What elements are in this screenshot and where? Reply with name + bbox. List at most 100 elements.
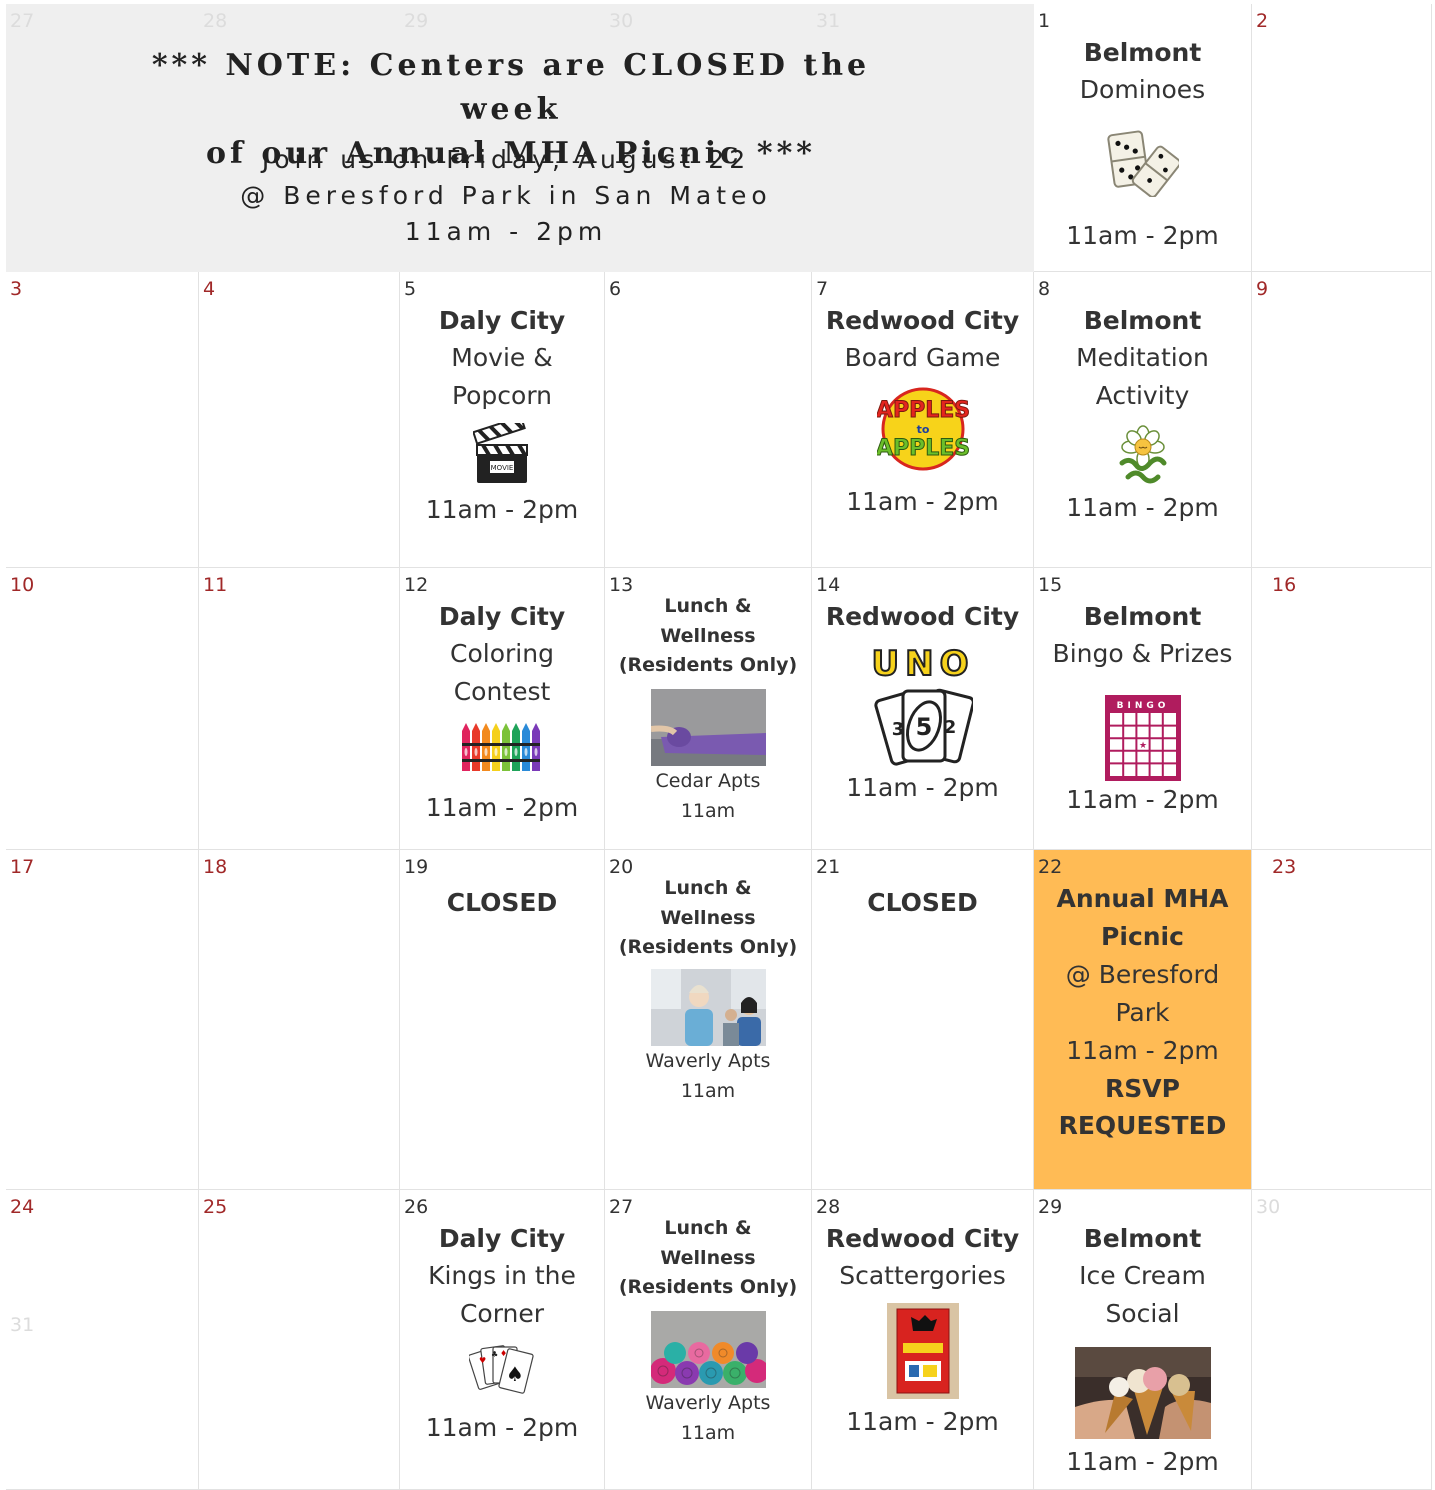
event-activity: Activity: [1095, 381, 1190, 410]
day-number: 15: [1038, 574, 1063, 596]
bingo-card-icon: BINGO ★: [1104, 695, 1181, 781]
svg-text:3: 3: [891, 719, 904, 740]
event-activity: Kings in the: [428, 1261, 576, 1290]
picnic-invite-line: 11am - 2pm: [404, 217, 608, 246]
event-place: Cedar Apts: [655, 769, 761, 792]
svg-text:5: 5: [915, 713, 932, 741]
rolled-yoga-mats-photo: [650, 1310, 766, 1388]
day-cell-aug-14: 14 Redwood City UNO 5 3 2 11am - 2pm: [812, 568, 1034, 850]
event-location: Daly City: [438, 306, 566, 335]
day-number: 5: [404, 278, 417, 300]
day-number: 25: [203, 1196, 228, 1218]
closure-notice-banner: 27 28 29 30 31 *** NOTE: Centers are CLO…: [6, 4, 1034, 272]
day-cell-aug-7: 7 Redwood City Board Game APPLES to APPL…: [812, 272, 1034, 568]
day-cell: 25: [199, 1190, 400, 1490]
apples-logo-top: APPLES: [877, 398, 969, 423]
event-title: (Residents Only): [618, 936, 798, 958]
day-cell: 17: [6, 850, 199, 1190]
day-cell: 6: [605, 272, 812, 568]
event-location: Belmont: [1083, 38, 1202, 67]
day-number: 30: [1256, 1196, 1281, 1218]
event-location: Daly City: [438, 602, 566, 631]
picnic-invite-line: Join us on Friday, August 22: [261, 145, 751, 174]
day-number: 28: [816, 1196, 841, 1218]
apples-logo-mid: to: [916, 423, 929, 436]
crayons-icon: [462, 723, 540, 771]
event-time: 11am - 2pm: [1066, 221, 1219, 250]
yoga-mat-photo: [650, 688, 766, 766]
day-number: 16: [1272, 574, 1297, 596]
event-activity: Dominoes: [1079, 75, 1206, 104]
day-number: 31: [10, 1314, 35, 1336]
event-activity: Ice Cream: [1079, 1261, 1206, 1290]
event-location: Daly City: [438, 1224, 566, 1253]
picnic-invite: Join us on Friday, August 22 @ Beresford…: [96, 142, 916, 250]
svg-text:★: ★: [1138, 741, 1146, 751]
day-number: 27: [10, 10, 35, 32]
day-number: 4: [203, 278, 216, 300]
svg-text:♥: ♥: [479, 1356, 486, 1365]
svg-text:♣: ♣: [491, 1350, 498, 1359]
event-location: Redwood City: [825, 602, 1020, 631]
svg-text:♠: ♠: [506, 1362, 524, 1386]
uno-cards-icon: UNO 5 3 2: [873, 643, 973, 766]
day-number: 22: [1038, 856, 1063, 878]
event-time: 11am - 2pm: [1066, 785, 1219, 814]
day-number: 9: [1256, 278, 1269, 300]
day-cell-aug-21: 21 CLOSED: [812, 850, 1034, 1190]
event-time: 11am - 2pm: [846, 773, 999, 802]
day-cell: 24 31: [6, 1190, 199, 1490]
dominoes-icon: [1106, 130, 1179, 197]
day-cell-aug-29: 29 Belmont Ice Cream Social 11am - 2pm: [1034, 1190, 1252, 1490]
day-cell: 23: [1252, 850, 1432, 1190]
day-cell: 11: [199, 568, 400, 850]
event-activity: Board Game: [844, 343, 1001, 372]
day-cell: 16: [1252, 568, 1432, 850]
event-title: (Residents Only): [618, 1276, 798, 1298]
day-number: 1: [1038, 10, 1051, 32]
event-title: Picnic: [1101, 922, 1184, 951]
day-number: 6: [609, 278, 622, 300]
day-cell: 4: [199, 272, 400, 568]
day-cell-aug-8: 8 Belmont Meditation Activity 11am - 2pm: [1034, 272, 1252, 568]
event-title: Lunch &: [664, 595, 752, 617]
event-time: 11am - 2pm: [846, 1407, 999, 1436]
day-number: 12: [404, 574, 429, 596]
day-number: 17: [10, 856, 35, 878]
event-time: 11am - 2pm: [846, 487, 999, 516]
event-activity: Social: [1105, 1299, 1180, 1328]
day-number: 26: [404, 1196, 429, 1218]
day-number: 29: [1038, 1196, 1063, 1218]
svg-text:♦: ♦: [500, 1349, 507, 1358]
event-location: Belmont: [1083, 1224, 1202, 1253]
rsvp-label: RSVP: [1105, 1074, 1180, 1103]
event-activity: Bingo & Prizes: [1052, 639, 1233, 668]
day-cell-aug-12: 12 Daly City Coloring Contest 11am - 2pm: [400, 568, 605, 850]
event-time: 11am - 2pm: [425, 495, 579, 524]
event-place: Waverly Apts: [645, 1049, 771, 1072]
day-cell: 3: [6, 272, 199, 568]
day-number: 18: [203, 856, 228, 878]
event-place: @ Beresford: [1065, 960, 1220, 989]
day-number: 28: [203, 10, 228, 32]
closed-label: CLOSED: [446, 888, 558, 917]
day-number: 14: [816, 574, 841, 596]
day-number: 21: [816, 856, 841, 878]
event-time: 11am: [680, 799, 736, 822]
event-activity: Scattergories: [839, 1261, 1006, 1290]
event-time: 11am: [680, 1079, 736, 1102]
closure-note-line: *** NOTE: Centers are CLOSED the week: [151, 48, 871, 127]
day-number: 11: [203, 574, 228, 596]
event-location: Belmont: [1083, 602, 1202, 631]
day-number: 24: [10, 1196, 35, 1218]
day-cell-aug-27: 27 Lunch & Wellness (Residents Only) Wav…: [605, 1190, 812, 1490]
day-cell-aug-19: 19 CLOSED: [400, 850, 605, 1190]
event-place: Waverly Apts: [645, 1391, 771, 1414]
svg-text:2: 2: [943, 717, 956, 738]
event-title: (Residents Only): [618, 654, 798, 676]
event-place: Park: [1115, 998, 1170, 1027]
day-cell-aug-20: 20 Lunch & Wellness (Residents Only) Wav…: [605, 850, 812, 1190]
event-location: Redwood City: [825, 306, 1020, 335]
event-activity: Popcorn: [451, 381, 553, 410]
day-number: 30: [609, 10, 634, 32]
